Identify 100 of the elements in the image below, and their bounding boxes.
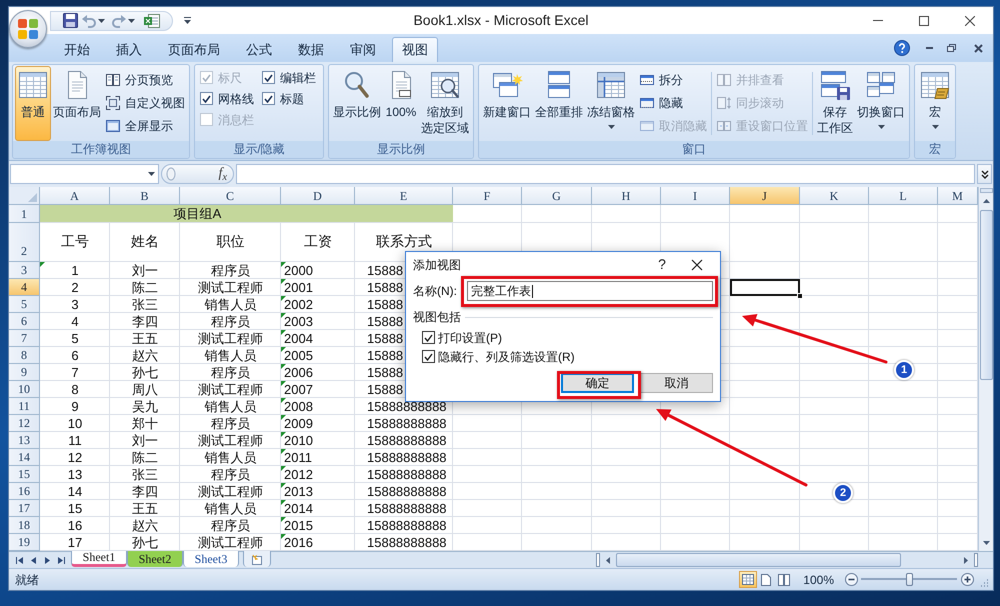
row-header[interactable]: 9 — [9, 364, 40, 381]
row-header[interactable]: 15 — [9, 466, 40, 483]
insert-sheet-button[interactable] — [243, 551, 271, 567]
row-header[interactable]: 11 — [9, 398, 40, 415]
ribbon-button[interactable]: 自定义视图 — [103, 91, 187, 114]
help-button[interactable] — [893, 39, 911, 57]
ribbon-tab[interactable]: 数据 — [285, 37, 337, 62]
row-header[interactable]: 14 — [9, 449, 40, 466]
column-header[interactable]: B — [110, 187, 180, 205]
ribbon-button[interactable]: 全部重排 — [533, 66, 585, 141]
table-cell: 刘一 — [132, 433, 158, 448]
checkbox[interactable] — [422, 350, 435, 363]
checkbox[interactable] — [200, 92, 213, 105]
row-header[interactable]: 6 — [9, 313, 40, 330]
column-header[interactable]: F — [453, 187, 522, 205]
row-header[interactable]: 1 — [9, 205, 40, 223]
ribbon-button[interactable]: 100% — [383, 66, 419, 141]
up-arrow-icon — [982, 199, 990, 203]
row-header[interactable]: 18 — [9, 517, 40, 534]
ribbon-button[interactable]: 页面布局 — [51, 66, 103, 141]
ribbon-tab[interactable]: 插入 — [103, 37, 155, 62]
column-header[interactable]: J — [730, 187, 800, 205]
ribbon-tab[interactable]: 公式 — [233, 37, 285, 62]
group-label: 宏 — [915, 141, 955, 158]
name-input[interactable]: 完整工作表 — [466, 281, 713, 301]
help-icon — [894, 40, 910, 56]
ribbon-button[interactable]: 新建窗口 — [481, 66, 533, 141]
row-header[interactable]: 7 — [9, 330, 40, 347]
table-cell: 陈二 — [132, 450, 158, 465]
row-header[interactable]: 2 — [9, 223, 40, 262]
row-header[interactable]: 8 — [9, 347, 40, 364]
row-header[interactable]: 5 — [9, 296, 40, 313]
checkbox[interactable] — [262, 71, 275, 84]
ribbon-button[interactable]: 保存 工作区 — [815, 66, 855, 141]
row-header[interactable]: 4 — [9, 279, 40, 296]
ribbon-button[interactable]: 冻结窗格 — [585, 66, 637, 141]
undo-icon — [82, 14, 96, 28]
zoom-out-button[interactable] — [844, 572, 858, 586]
row-header[interactable]: 13 — [9, 432, 40, 449]
row-header[interactable]: 17 — [9, 500, 40, 517]
insert-function-button[interactable]: f$_{x}$ — [218, 166, 227, 182]
ribbon-tab[interactable]: 视图 — [392, 37, 438, 62]
view-button[interactable] — [739, 571, 758, 588]
caret-icon — [98, 18, 105, 22]
split-handle[interactable] — [596, 553, 600, 567]
ribbon-button[interactable]: 显示比例 — [331, 66, 383, 141]
column-header[interactable]: M — [938, 187, 978, 205]
dialog-button[interactable]: 确定 — [561, 373, 634, 393]
ribbon-button[interactable]: 切换窗口 — [855, 66, 907, 141]
column-header[interactable]: E — [355, 187, 453, 205]
column-header[interactable]: H — [592, 187, 661, 205]
row-header[interactable]: 10 — [9, 381, 40, 398]
zoom-level[interactable]: 100% — [803, 570, 834, 588]
ribbon-button[interactable]: 全屏显示 — [103, 114, 187, 137]
ribbon-button[interactable]: 缩放到 选定区域 — [419, 66, 471, 141]
ribbon-tab[interactable]: 开始 — [51, 37, 103, 62]
ribbon-button[interactable]: 分页预览 — [103, 68, 187, 91]
sheet-tab[interactable]: Sheet1 — [71, 551, 127, 567]
horizontal-scroll-thumb[interactable] — [616, 553, 901, 567]
help-button[interactable]: ? — [650, 252, 674, 276]
active-cell[interactable] — [730, 279, 800, 296]
slider-thumb[interactable] — [906, 573, 913, 586]
checkbox[interactable] — [262, 92, 275, 105]
full-screen-icon — [105, 118, 121, 134]
checkbox[interactable] — [422, 331, 435, 344]
caret-icon — [148, 172, 155, 176]
ribbon-tab[interactable]: 审阅 — [337, 37, 389, 62]
ribbon-button[interactable]: 隐藏 — [637, 91, 709, 114]
ribbon-button[interactable]: 拆分 — [637, 68, 709, 91]
table-cell: 吴九 — [132, 399, 158, 414]
column-header[interactable]: C — [180, 187, 281, 205]
dialog-button[interactable]: 取消 — [640, 373, 713, 393]
vertical-scrollbar[interactable] — [978, 187, 993, 551]
row-header[interactable]: 16 — [9, 483, 40, 500]
ribbon-button[interactable]: 普通 — [15, 66, 51, 141]
expand-button[interactable] — [977, 164, 992, 184]
fill-handle[interactable] — [797, 293, 803, 299]
sheet-tab[interactable]: Sheet2 — [127, 551, 183, 567]
zoom-in-button[interactable] — [960, 572, 974, 586]
column-header[interactable]: K — [800, 187, 869, 205]
save-button[interactable] — [61, 12, 79, 30]
sheet-tab[interactable]: Sheet3 — [183, 551, 239, 567]
row-header[interactable]: 12 — [9, 415, 40, 432]
row-header[interactable]: 19 — [9, 534, 40, 551]
column-header[interactable]: D — [281, 187, 355, 205]
table-cell: 1 — [71, 263, 79, 278]
row-header[interactable]: 3 — [9, 262, 40, 279]
column-header[interactable]: G — [522, 187, 592, 205]
spreadsheet-button[interactable] — [142, 12, 162, 30]
table-cell: 16 — [68, 518, 82, 533]
ribbon-button[interactable]: 宏 — [917, 66, 953, 141]
column-header[interactable]: L — [869, 187, 938, 205]
table-cell: 2004 — [284, 331, 313, 346]
column-header[interactable]: A — [40, 187, 110, 205]
scroll-thumb[interactable] — [980, 210, 992, 380]
table-cell: 程序员 — [211, 416, 250, 431]
split-handle[interactable] — [974, 553, 978, 567]
ribbon-tab[interactable]: 页面布局 — [155, 37, 233, 62]
formula-input[interactable] — [236, 164, 975, 184]
column-header[interactable]: I — [661, 187, 730, 205]
